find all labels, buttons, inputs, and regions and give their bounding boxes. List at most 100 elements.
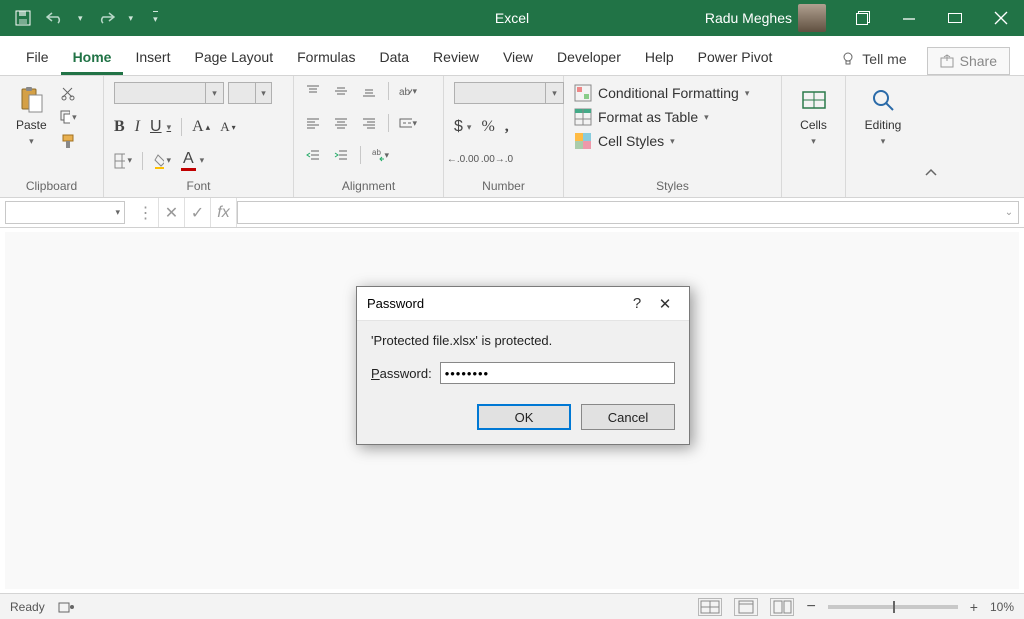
group-label-alignment: Alignment (304, 177, 433, 193)
paste-button[interactable]: Paste ▾ (10, 82, 53, 151)
redo-dropdown-icon[interactable]: ▾ (129, 13, 134, 24)
group-label-font: Font (114, 177, 283, 193)
cell-styles-button[interactable]: Cell Styles ▾ (574, 132, 749, 150)
copy-icon[interactable]: ▾ (59, 108, 77, 126)
enter-formula-icon[interactable]: ✓ (185, 198, 211, 227)
dialog-close-button[interactable]: ✕ (651, 295, 679, 313)
zoom-level[interactable]: 10% (990, 600, 1014, 614)
align-top-icon[interactable] (304, 82, 322, 100)
cut-icon[interactable] (59, 84, 77, 102)
undo-icon[interactable] (46, 9, 64, 27)
user-name[interactable]: Radu Meghes (705, 10, 792, 26)
tab-help[interactable]: Help (633, 41, 686, 75)
password-dialog: Password ? ✕ 'Protected file.xlsx' is pr… (356, 286, 690, 445)
app-title: Excel (495, 10, 529, 26)
cancel-formula-icon[interactable]: ✕ (159, 198, 185, 227)
conditional-formatting-button[interactable]: Conditional Formatting ▾ (574, 84, 749, 102)
paste-dropdown-icon[interactable]: ▾ (29, 136, 34, 147)
tab-formulas[interactable]: Formulas (285, 41, 367, 75)
tab-developer[interactable]: Developer (545, 41, 633, 75)
align-middle-icon[interactable] (332, 82, 350, 100)
format-painter-icon[interactable] (59, 132, 77, 150)
svg-text:ab: ab (372, 148, 381, 157)
bold-button[interactable]: B (114, 118, 125, 136)
grow-font-icon[interactable]: A▴ (192, 118, 210, 136)
tab-page-layout[interactable]: Page Layout (182, 41, 285, 75)
cancel-button[interactable]: Cancel (581, 404, 675, 430)
tell-me[interactable]: Tell me (828, 43, 918, 75)
dialog-help-button[interactable]: ? (623, 295, 651, 312)
font-size-combo[interactable]: ▾ (228, 82, 272, 104)
cells-button[interactable]: Cells ▾ (794, 82, 834, 151)
shrink-font-icon[interactable]: A▾ (220, 119, 235, 135)
decrease-indent-icon[interactable] (304, 146, 322, 164)
tab-review[interactable]: Review (421, 41, 491, 75)
view-page-break-icon[interactable] (770, 598, 794, 616)
tab-home[interactable]: Home (61, 41, 124, 75)
collapse-ribbon-icon[interactable] (924, 76, 938, 185)
view-page-layout-icon[interactable] (734, 598, 758, 616)
tab-view[interactable]: View (491, 41, 545, 75)
wrap-text-icon[interactable]: ab▾ (371, 146, 389, 164)
tab-file[interactable]: File (14, 41, 61, 75)
font-name-combo[interactable]: ▾ (114, 82, 224, 104)
font-color-icon[interactable]: A▾ (181, 150, 204, 171)
percent-button[interactable]: % (481, 118, 494, 136)
format-as-table-button[interactable]: Format as Table ▾ (574, 108, 749, 126)
paste-label: Paste (16, 118, 47, 132)
password-input[interactable] (440, 362, 675, 384)
fb-dots-icon[interactable]: ⋮ (133, 198, 159, 227)
fill-color-icon[interactable]: ▾ (153, 152, 171, 170)
increase-indent-icon[interactable] (332, 146, 350, 164)
ribbon-tabs: File Home Insert Page Layout Formulas Da… (0, 36, 1024, 76)
cell-styles-label: Cell Styles (598, 133, 664, 149)
macro-record-icon[interactable] (57, 598, 75, 616)
decrease-decimal-icon[interactable]: .00→.0 (488, 150, 506, 168)
align-bottom-icon[interactable] (360, 82, 378, 100)
number-format-combo[interactable]: ▾ (454, 82, 564, 104)
group-label-number: Number (454, 177, 553, 193)
qat-customize-icon[interactable]: ▾ (153, 11, 158, 25)
zoom-out-button[interactable]: − (806, 598, 815, 616)
borders-icon[interactable]: ▾ (114, 152, 132, 170)
insert-function-button[interactable]: fx (211, 198, 237, 227)
tab-insert[interactable]: Insert (123, 41, 182, 75)
expand-formula-icon[interactable]: ⌄ (1000, 207, 1018, 218)
zoom-slider[interactable] (828, 605, 958, 609)
tab-power-pivot[interactable]: Power Pivot (686, 41, 785, 75)
editing-button[interactable]: Editing ▾ (859, 82, 908, 151)
maximize-icon[interactable] (932, 0, 978, 36)
group-label-styles: Styles (574, 177, 771, 193)
tab-data[interactable]: Data (367, 41, 421, 75)
undo-dropdown-icon[interactable]: ▾ (78, 13, 83, 24)
align-right-icon[interactable] (360, 114, 378, 132)
increase-decimal-icon[interactable]: ←.0.00 (454, 150, 472, 168)
name-box[interactable]: ▾ (5, 201, 125, 224)
zoom-in-button[interactable]: + (970, 599, 978, 615)
save-icon[interactable] (14, 9, 32, 27)
comma-button[interactable]: , (505, 118, 509, 136)
view-normal-icon[interactable] (698, 598, 722, 616)
avatar[interactable] (798, 4, 826, 32)
minimize-icon[interactable] (886, 0, 932, 36)
formula-input[interactable]: ⌄ (237, 201, 1019, 224)
merge-center-icon[interactable]: ▾ (399, 114, 417, 132)
ok-button[interactable]: OK (477, 404, 571, 430)
underline-button[interactable]: U▾ (150, 118, 171, 136)
share-label: Share (960, 53, 997, 69)
redo-icon[interactable] (97, 9, 115, 27)
orientation-icon[interactable]: ab▾ (399, 82, 417, 100)
cells-icon (800, 86, 828, 114)
group-clipboard: Paste ▾ ▾ Clipboard (0, 76, 104, 197)
align-left-icon[interactable] (304, 114, 322, 132)
cell-styles-icon (574, 132, 592, 150)
italic-button[interactable]: I (135, 118, 140, 136)
name-box-dropdown-icon[interactable]: ▾ (115, 207, 120, 218)
ribbon-mode-icon[interactable] (840, 0, 886, 36)
title-bar: ▾ ▾ ▾ Excel Radu Meghes (0, 0, 1024, 36)
close-icon[interactable] (978, 0, 1024, 36)
share-button[interactable]: Share (927, 47, 1010, 75)
status-bar: Ready − + 10% (0, 593, 1024, 619)
align-center-icon[interactable] (332, 114, 350, 132)
currency-button[interactable]: $▾ (454, 118, 471, 136)
